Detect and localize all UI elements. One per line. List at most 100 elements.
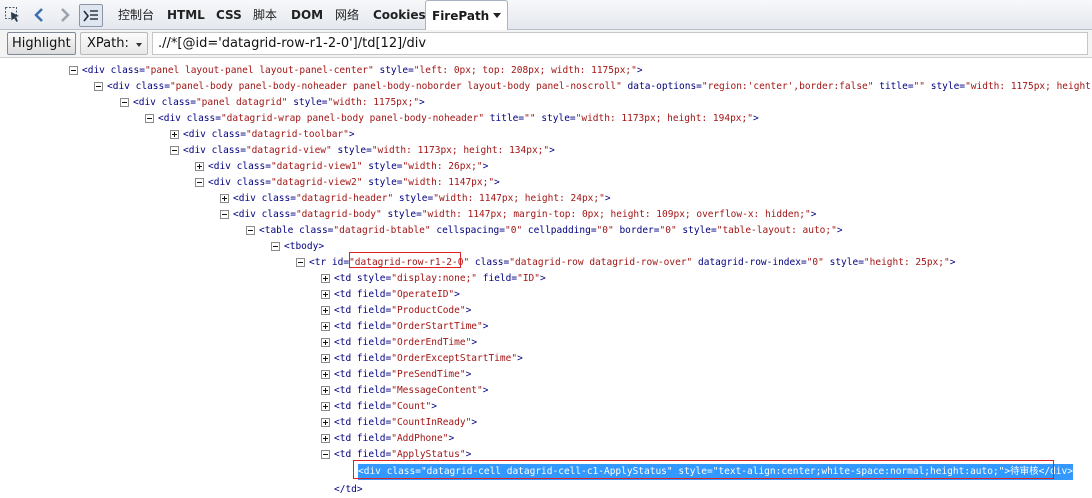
dom-node-markup: <td field="ProductCode">: [334, 305, 472, 316]
dom-tree-row[interactable]: <td field="Count">: [0, 399, 1092, 415]
dom-node-markup: <td field="Count">: [334, 401, 438, 412]
tab-firepath-label: FirePath: [432, 9, 490, 23]
collapse-icon[interactable]: [94, 82, 103, 91]
tab-css[interactable]: CSS: [216, 0, 242, 30]
dom-tree-row[interactable]: <div class="datagrid-wrap panel-body pan…: [0, 111, 1092, 127]
dom-node-markup: <div class="datagrid-wrap panel-body pan…: [158, 113, 759, 124]
expand-icon[interactable]: [170, 130, 179, 139]
dom-node-markup: <div class="datagrid-toolbar">: [183, 129, 355, 140]
forward-icon[interactable]: [54, 4, 76, 26]
tab-dom[interactable]: DOM: [291, 0, 323, 30]
dom-tree-row[interactable]: <td style="display:none;" field="ID">: [0, 271, 1092, 287]
dom-node-markup: <div class="datagrid-view1" style="width…: [208, 161, 489, 172]
collapse-icon[interactable]: [69, 66, 78, 75]
dom-node-markup: <td field="OrderEndTime">: [334, 337, 478, 348]
dom-tree-row[interactable]: <td field="OrderEndTime">: [0, 335, 1092, 351]
expand-icon[interactable]: [321, 370, 330, 379]
selector-type-dropdown[interactable]: XPath:: [80, 32, 148, 55]
expand-icon[interactable]: [195, 162, 204, 171]
dom-node-markup: </td>: [334, 484, 363, 495]
tab-html[interactable]: HTML: [167, 0, 205, 30]
xpath-input[interactable]: .//*[@id='datagrid-row-r1-2-0']/td[12]/d…: [152, 32, 1088, 55]
highlight-button[interactable]: Highlight: [7, 32, 76, 55]
inspect-icon[interactable]: [2, 4, 24, 26]
dom-tree-row[interactable]: <td field="MessageContent">: [0, 383, 1092, 399]
collapse-icon[interactable]: [120, 98, 129, 107]
dom-node-markup: <div class="datagrid-body" style="width:…: [233, 209, 817, 220]
dom-node-markup: <td field="CountInReady">: [334, 417, 478, 428]
dom-node-markup: <tbody>: [284, 241, 325, 252]
dom-node-markup: <div class="datagrid-view" style="width:…: [183, 145, 555, 156]
selector-type-label: XPath:: [87, 36, 129, 51]
dom-tree-row-selected[interactable]: <div class="datagrid-cell datagrid-cell-…: [0, 464, 1092, 480]
collapse-icon[interactable]: [296, 258, 305, 267]
dom-node-markup: <div class="datagrid-cell datagrid-cell-…: [358, 464, 1073, 480]
dom-tree-row[interactable]: <div class="panel layout-panel layout-pa…: [0, 63, 1092, 79]
collapse-icon[interactable]: [321, 450, 330, 459]
collapse-icon[interactable]: [145, 114, 154, 123]
devtools-toolbar: 控制台 HTML CSS 脚本 DOM 网络 Cookies FirePath: [0, 0, 1092, 31]
tab-cookies[interactable]: Cookies: [373, 0, 426, 30]
dom-tree-row[interactable]: <td field="AddPhone">: [0, 431, 1092, 447]
dom-tree-row[interactable]: <td field="ApplyStatus">: [0, 447, 1092, 463]
collapse-icon[interactable]: [220, 210, 229, 219]
dom-tree-row[interactable]: <td field="PreSendTime">: [0, 367, 1092, 383]
dom-node-markup: <div class="panel layout-panel layout-pa…: [82, 65, 643, 76]
dom-tree-row[interactable]: <div class="datagrid-view1" style="width…: [0, 159, 1092, 175]
expand-icon[interactable]: [321, 434, 330, 443]
dom-tree-row[interactable]: <tbody>: [0, 239, 1092, 255]
dom-node-markup: <div class="datagrid-view2" style="width…: [208, 177, 500, 188]
dom-tree-row[interactable]: <div class="panel-body panel-body-nohead…: [0, 79, 1092, 95]
collapse-icon[interactable]: [271, 242, 280, 251]
back-icon[interactable]: [28, 4, 50, 26]
dom-tree-row[interactable]: <td field="CountInReady">: [0, 415, 1092, 431]
dom-tree: </td> <div class="datagrid-cell datagrid-…: [0, 58, 1092, 498]
expand-icon[interactable]: [321, 402, 330, 411]
expand-icon[interactable]: [220, 194, 229, 203]
dom-tree-row[interactable]: <div class="datagrid-view2" style="width…: [0, 175, 1092, 191]
dom-tree-row[interactable]: <td field="OrderStartTime">: [0, 319, 1092, 335]
tab-script[interactable]: 脚本: [253, 0, 277, 30]
dom-node-markup: <td field="OrderExceptStartTime">: [334, 353, 523, 364]
dom-tree-row[interactable]: <table class="datagrid-btable" cellspaci…: [0, 223, 1092, 239]
dom-node-markup: <td field="ApplyStatus">: [334, 449, 472, 460]
expand-icon[interactable]: [321, 418, 330, 427]
dom-node-markup: <table class="datagrid-btable" cellspaci…: [259, 225, 843, 236]
expand-icon[interactable]: [321, 338, 330, 347]
tab-network[interactable]: 网络: [335, 0, 359, 30]
dom-node-markup: <div class="panel datagrid" style="width…: [133, 97, 425, 108]
dom-node-markup: <td field="AddPhone">: [334, 433, 455, 444]
dom-tree-row[interactable]: <td field="ProductCode">: [0, 303, 1092, 319]
dom-node-markup: <td field="PreSendTime">: [334, 369, 472, 380]
console-toggle-icon[interactable]: [79, 4, 103, 27]
dom-tree-row[interactable]: <div class="datagrid-body" style="width:…: [0, 207, 1092, 223]
tab-firepath[interactable]: FirePath: [425, 0, 509, 31]
dom-tree-row[interactable]: <div class="datagrid-toolbar">: [0, 127, 1092, 143]
dom-tree-row[interactable]: </td>: [0, 482, 1092, 498]
dom-node-markup: <div class="panel-body panel-body-nohead…: [107, 81, 1092, 92]
collapse-icon[interactable]: [195, 178, 204, 187]
chevron-down-icon: [136, 43, 142, 47]
dom-tree-row[interactable]: <td field="OperateID">: [0, 287, 1092, 303]
dom-tree-row[interactable]: <div class="panel datagrid" style="width…: [0, 95, 1092, 111]
expand-icon[interactable]: [321, 306, 330, 315]
tab-console[interactable]: 控制台: [118, 0, 154, 30]
dom-tree-row[interactable]: <td field="OrderExceptStartTime">: [0, 351, 1092, 367]
dom-node-markup: <tr id="datagrid-row-r1-2-0" class="data…: [309, 257, 956, 268]
dom-node-markup: <div class="datagrid-header" style="widt…: [233, 193, 611, 204]
dom-node-markup: <td field="OperateID">: [334, 289, 460, 300]
collapse-icon[interactable]: [246, 226, 255, 235]
expand-icon[interactable]: [321, 290, 330, 299]
dom-node-markup: <td style="display:none;" field="ID">: [334, 273, 546, 284]
dom-tree-row[interactable]: <tr id="datagrid-row-r1-2-0" class="data…: [0, 255, 1092, 271]
expand-icon[interactable]: [321, 354, 330, 363]
collapse-icon[interactable]: [170, 146, 179, 155]
dom-node-markup: <td field="OrderStartTime">: [334, 321, 489, 332]
expand-icon[interactable]: [321, 322, 330, 331]
dom-tree-row[interactable]: <div class="datagrid-view" style="width:…: [0, 143, 1092, 159]
chevron-down-icon[interactable]: [493, 13, 502, 18]
dom-node-markup: <td field="MessageContent">: [334, 385, 489, 396]
expand-icon[interactable]: [321, 386, 330, 395]
expand-icon[interactable]: [321, 274, 330, 283]
dom-tree-row[interactable]: <div class="datagrid-header" style="widt…: [0, 191, 1092, 207]
